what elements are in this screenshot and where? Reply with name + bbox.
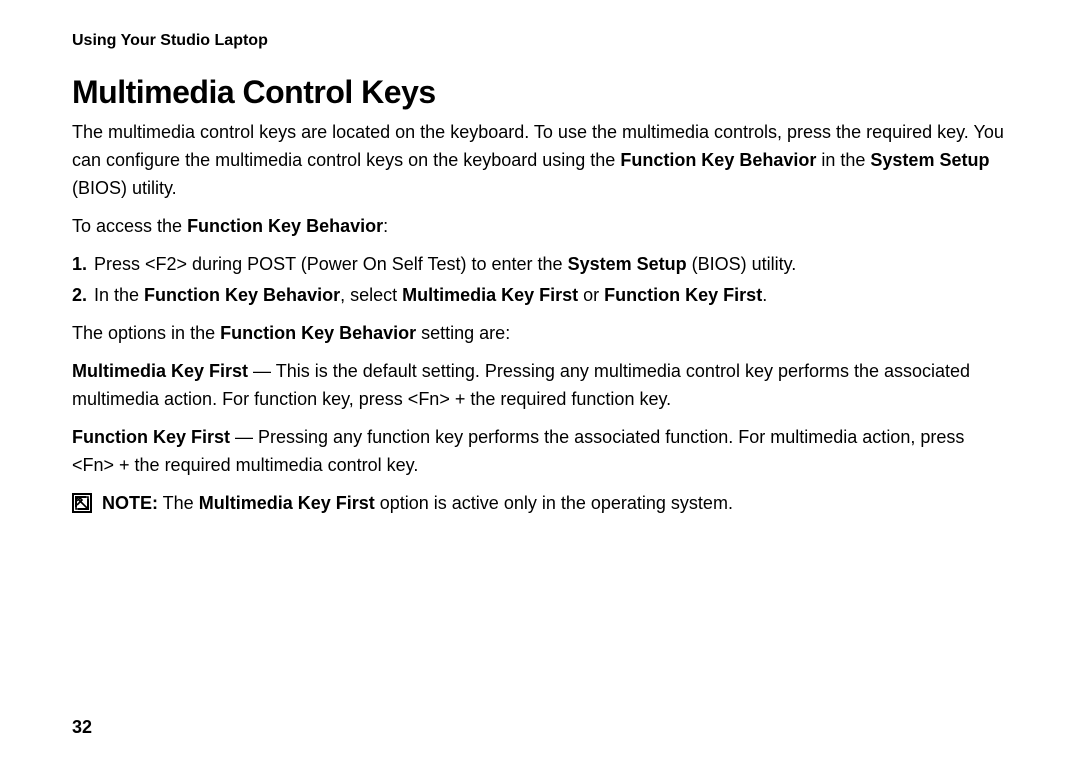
text-bold: Multimedia Key First: [199, 493, 375, 513]
text: in the: [816, 150, 870, 170]
note-icon: [72, 493, 92, 513]
text-bold: Function Key Behavior: [144, 285, 340, 305]
text: (BIOS) utility.: [72, 178, 177, 198]
text: option is active only in the operating s…: [375, 493, 733, 513]
page-number: 32: [72, 717, 92, 738]
text: :: [383, 216, 388, 236]
note-text: NOTE: The Multimedia Key First option is…: [102, 490, 733, 518]
text: The options in the: [72, 323, 220, 343]
text: , select: [340, 285, 402, 305]
text: (BIOS) utility.: [687, 254, 797, 274]
text-bold: Function Key Behavior: [620, 150, 816, 170]
text: Press <F2> during POST (Power On Self Te…: [94, 254, 568, 274]
text-bold: Multimedia Key First: [402, 285, 578, 305]
intro-paragraph: The multimedia control keys are located …: [72, 119, 1008, 203]
text-bold: Function Key Behavior: [187, 216, 383, 236]
step-item: 1. Press <F2> during POST (Power On Self…: [94, 251, 1008, 279]
option-multimedia-first: Multimedia Key First — This is the defau…: [72, 358, 1008, 414]
text-bold: Function Key First: [72, 427, 230, 447]
text: To access the: [72, 216, 187, 236]
text-bold: Multimedia Key First: [72, 361, 248, 381]
note-block: NOTE: The Multimedia Key First option is…: [72, 490, 1008, 518]
text: setting are:: [416, 323, 510, 343]
text-bold: System Setup: [870, 150, 989, 170]
text-bold: Function Key First: [604, 285, 762, 305]
running-header: Using Your Studio Laptop: [72, 32, 1008, 50]
text: .: [762, 285, 767, 305]
text: The: [158, 493, 199, 513]
step-item: 2. In the Function Key Behavior, select …: [94, 282, 1008, 310]
text-bold: System Setup: [568, 254, 687, 274]
access-line: To access the Function Key Behavior:: [72, 213, 1008, 241]
step-number: 2.: [72, 282, 87, 310]
text: or: [578, 285, 604, 305]
page-title: Multimedia Control Keys: [72, 74, 1008, 111]
step-number: 1.: [72, 251, 87, 279]
text-bold: Function Key Behavior: [220, 323, 416, 343]
text: In the: [94, 285, 144, 305]
text-bold: NOTE:: [102, 493, 158, 513]
option-function-first: Function Key First — Pressing any functi…: [72, 424, 1008, 480]
options-intro: The options in the Function Key Behavior…: [72, 320, 1008, 348]
steps-list: 1. Press <F2> during POST (Power On Self…: [72, 251, 1008, 311]
document-page: Using Your Studio Laptop Multimedia Cont…: [0, 0, 1080, 766]
